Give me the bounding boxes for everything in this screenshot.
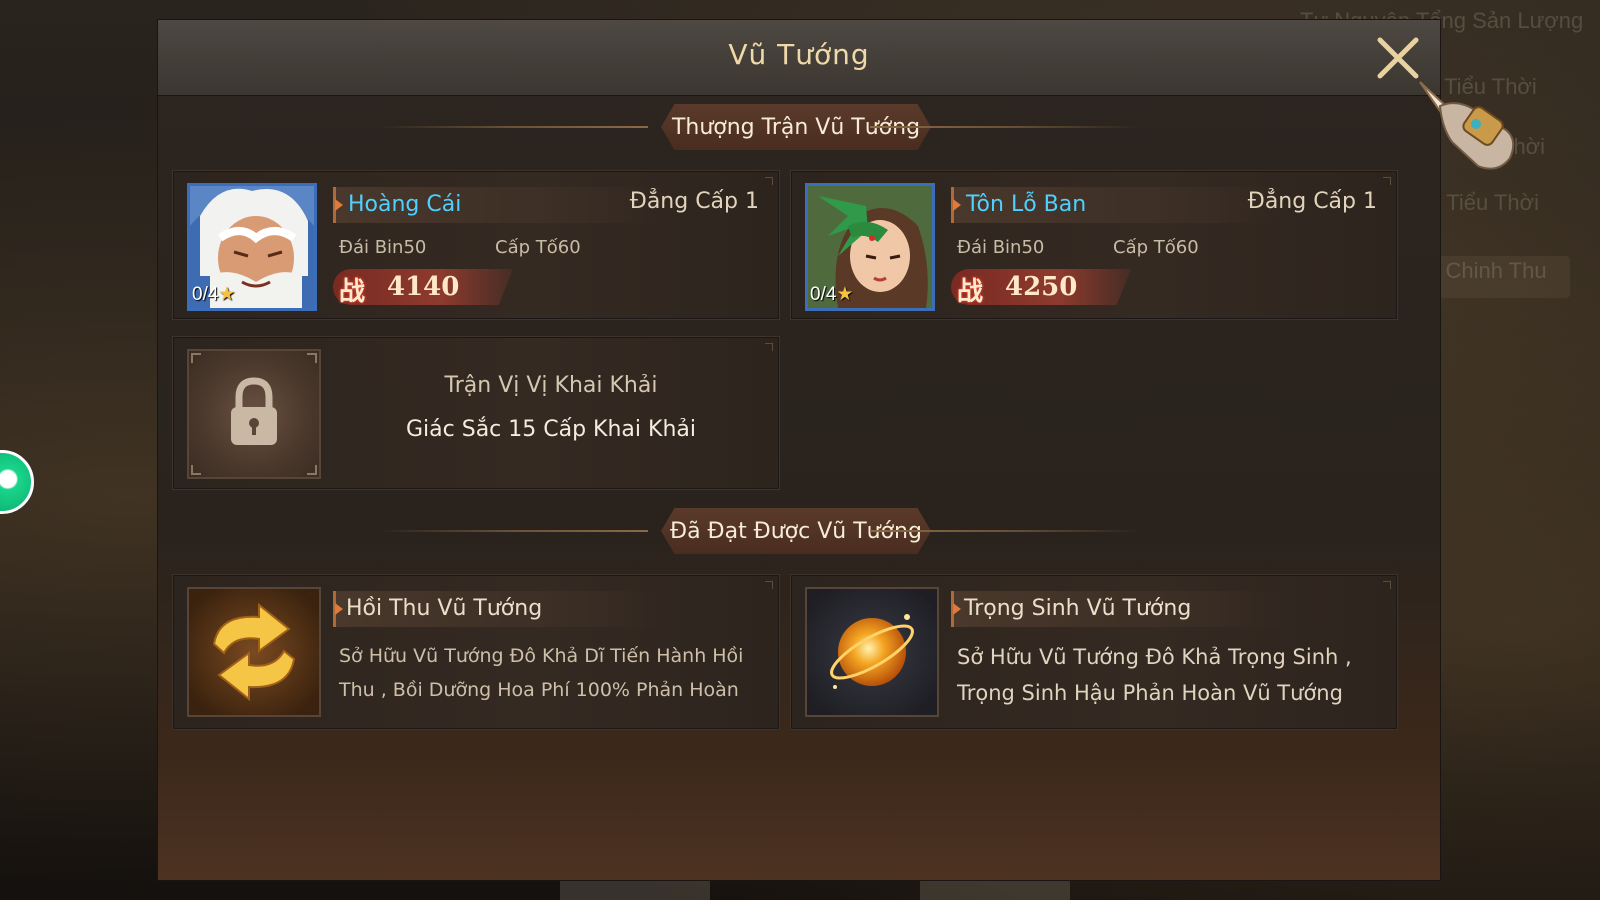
power-glyph: 战	[957, 277, 984, 307]
hero-level: Đẳng Cấp 1	[629, 189, 759, 214]
hero-max-level: Cấp Tố60	[1113, 237, 1199, 258]
hero-name: Hoàng Cái	[348, 192, 462, 217]
hero-star-count: 0/4★	[810, 283, 853, 306]
hero-portrait[interactable]: 0/4★	[805, 183, 935, 311]
card-corner	[1383, 581, 1391, 589]
power-glyph: 战	[339, 277, 366, 307]
card-corner	[765, 343, 773, 351]
hero-power-badge: 战 4250	[951, 269, 1131, 305]
section-deployed-heroes: Thượng Trận Vũ Tướng	[158, 102, 1440, 152]
hero-unit: Đái Bin50	[339, 237, 427, 258]
hero-power-badge: 战 4140	[333, 269, 513, 305]
feature-title: Hồi Thu Vũ Tướng	[346, 596, 543, 621]
close-icon	[1377, 37, 1419, 79]
rebirth-hero-button[interactable]	[805, 587, 939, 717]
hero-card[interactable]: 0/4★ Tôn Lỗ Ban Đẳng Cấp 1 Đái Bin50 Cấp…	[790, 170, 1398, 320]
rebirth-orb-icon	[807, 589, 937, 715]
divider-line	[870, 126, 1140, 128]
pointer-hand-icon	[1419, 81, 1515, 170]
hero-power-value: 4250	[1005, 272, 1078, 302]
section-obtained-heroes: Đã Đạt Được Vũ Tướng	[158, 506, 1440, 556]
card-corner	[1383, 177, 1391, 185]
locked-hero-slot[interactable]: Trận Vị Vị Khai Khải Giác Sắc 15 Cấp Kha…	[172, 336, 780, 490]
hero-name: Tôn Lỗ Ban	[966, 192, 1087, 217]
hero-unit: Đái Bin50	[957, 237, 1045, 258]
hero-power-value: 4140	[387, 272, 460, 302]
feature-description: Sở Hữu Vũ Tướng Đô Khả Trọng Sinh , Trọn…	[957, 645, 1352, 705]
rebirth-hero-card[interactable]: Trọng Sinh Vũ Tướng Sở Hữu Vũ Tướng Đô K…	[790, 574, 1398, 730]
divider-line	[378, 126, 648, 128]
feature-title-bar: Trọng Sinh Vũ Tướng	[951, 591, 1371, 627]
recycle-hero-card[interactable]: Hồi Thu Vũ Tướng Sở Hữu Vũ Tướng Đô Khả …	[172, 574, 780, 730]
lock-icon	[231, 377, 277, 445]
hero-star-count: 0/4★	[192, 283, 235, 306]
card-corner	[765, 177, 773, 185]
divider-line	[870, 530, 1140, 532]
hero-level: Đẳng Cấp 1	[1247, 189, 1377, 214]
locked-slot-title: Trận Vị Vị Khai Khải	[444, 373, 658, 398]
recycle-hero-button[interactable]	[187, 587, 321, 717]
locked-slot-requirement: Giác Sắc 15 Cấp Khai Khải	[406, 417, 696, 442]
dialog-header: Vũ Tướng	[158, 20, 1440, 96]
feature-description: Sở Hữu Vũ Tướng Đô Khả Dĩ Tiến Hành Hồi …	[339, 645, 744, 701]
feature-title-bar: Hồi Thu Vũ Tướng	[333, 591, 753, 627]
feature-title: Trọng Sinh Vũ Tướng	[964, 596, 1192, 621]
locked-slot-frame	[187, 349, 321, 479]
hero-dialog: Vũ Tướng Thượng Trận Vũ Tướng 0/4★ Hoàng…	[158, 20, 1440, 880]
star-icon: ★	[218, 284, 236, 305]
star-count-text: 0/4	[810, 284, 837, 305]
recycle-arrows-icon	[189, 589, 319, 715]
card-corner	[765, 581, 773, 589]
dialog-title: Vũ Tướng	[728, 38, 870, 71]
divider-line	[378, 530, 648, 532]
star-icon: ★	[836, 284, 854, 305]
hero-portrait[interactable]: 0/4★	[187, 183, 317, 311]
close-button[interactable]	[1374, 34, 1422, 82]
hero-max-level: Cấp Tố60	[495, 237, 581, 258]
star-count-text: 0/4	[192, 284, 219, 305]
hero-card[interactable]: 0/4★ Hoàng Cái Đẳng Cấp 1 Đái Bin50 Cấp …	[172, 170, 780, 320]
